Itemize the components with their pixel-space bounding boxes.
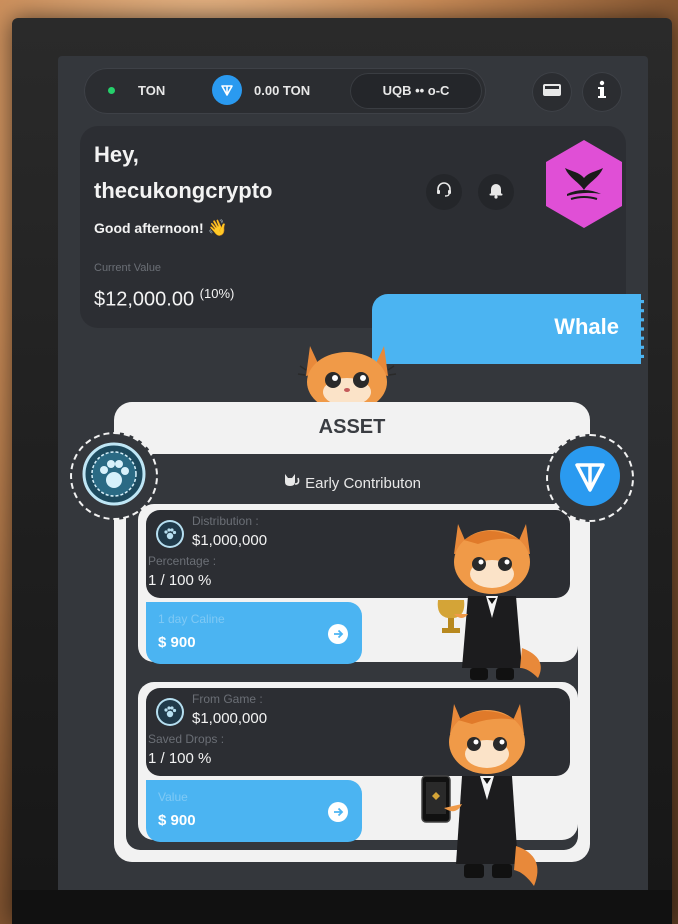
ton-token-badge[interactable] — [546, 434, 634, 522]
arrow-right-icon — [328, 802, 348, 822]
value-amount: $ 900 — [158, 812, 196, 829]
balance-value: 0.00 TON — [254, 83, 311, 98]
greeting-message: Good afternoon! 👋 — [94, 218, 227, 238]
from-game-label: From Game : — [192, 692, 263, 706]
cat-silhouette-icon — [283, 474, 305, 492]
cat-mascot-head — [292, 336, 402, 412]
from-game-value: $1,000,000 — [192, 710, 268, 727]
frame-bottom-edge — [12, 890, 672, 924]
whale-tail-icon — [561, 162, 607, 207]
paw-coin-icon — [156, 520, 184, 548]
info-icon — [596, 80, 608, 105]
cat-mascot-trophy — [428, 518, 556, 691]
rank-tag: Whale — [372, 294, 644, 364]
current-value-amount: $12,000.00 — [94, 288, 195, 311]
bell-icon — [488, 181, 504, 204]
rank-label: Whale — [554, 314, 619, 339]
saved-drops-value: 1 / 100 % — [148, 750, 212, 767]
ton-logo-icon — [558, 444, 622, 513]
wallet-address[interactable]: UQB •• o-C — [350, 73, 482, 109]
top-bar: TON 0.00 TON UQB •• o-C — [84, 68, 624, 114]
daily-claim-button[interactable]: 1 day Caline $ 900 — [146, 602, 362, 664]
paw-token-badge[interactable] — [70, 432, 158, 520]
status-dot — [108, 87, 115, 94]
current-value: $12,000.00 (10%) — [94, 286, 234, 312]
daily-claim-value: $ 900 — [158, 634, 196, 651]
support-button[interactable] — [426, 174, 462, 210]
paw-coin-icon — [156, 698, 184, 726]
ton-icon — [212, 75, 242, 105]
wallet-button[interactable] — [532, 72, 572, 112]
asset-title: ASSET — [318, 416, 386, 438]
distribution-label: Distribution : — [192, 514, 259, 528]
balance-chip[interactable]: 0.00 TON — [212, 75, 342, 107]
distribution-value: $1,000,000 — [192, 532, 268, 549]
wave-emoji: 👋 — [207, 220, 228, 237]
saved-drops-label: Saved Drops : — [148, 732, 225, 746]
username: thecukongcrypto — [94, 178, 273, 203]
early-contribution-label: Early Contributon — [305, 475, 422, 492]
network-label: TON — [138, 83, 166, 98]
app-screen: TON 0.00 TON UQB •• o-C Hey, thecukongcr… — [58, 56, 648, 902]
wallet-pill[interactable]: TON 0.00 TON UQB •• o-C — [84, 68, 486, 114]
wallet-icon — [542, 82, 562, 103]
current-value-pct: (10%) — [199, 286, 235, 301]
value-label: Value — [158, 790, 188, 804]
paw-token-icon — [82, 442, 146, 511]
percentage-label: Percentage : — [148, 554, 217, 568]
greeting-hey: Hey, — [94, 142, 139, 167]
rank-badge[interactable] — [546, 140, 622, 228]
percentage-value: 1 / 100 % — [148, 572, 212, 589]
cat-mascot-phone — [416, 696, 552, 897]
early-contribution-header: Early Contributon — [126, 472, 578, 492]
info-button[interactable] — [582, 72, 622, 112]
notification-button[interactable] — [478, 174, 514, 210]
headset-icon — [435, 181, 453, 204]
current-value-label: Current Value — [94, 262, 162, 274]
arrow-right-icon — [328, 624, 348, 644]
value-button[interactable]: Value $ 900 — [146, 780, 362, 842]
greeting-card: Hey, thecukongcrypto Good afternoon! 👋 C… — [80, 126, 644, 364]
daily-claim-label: 1 day Caline — [158, 612, 225, 626]
greeting-text: Good afternoon! — [94, 220, 204, 236]
